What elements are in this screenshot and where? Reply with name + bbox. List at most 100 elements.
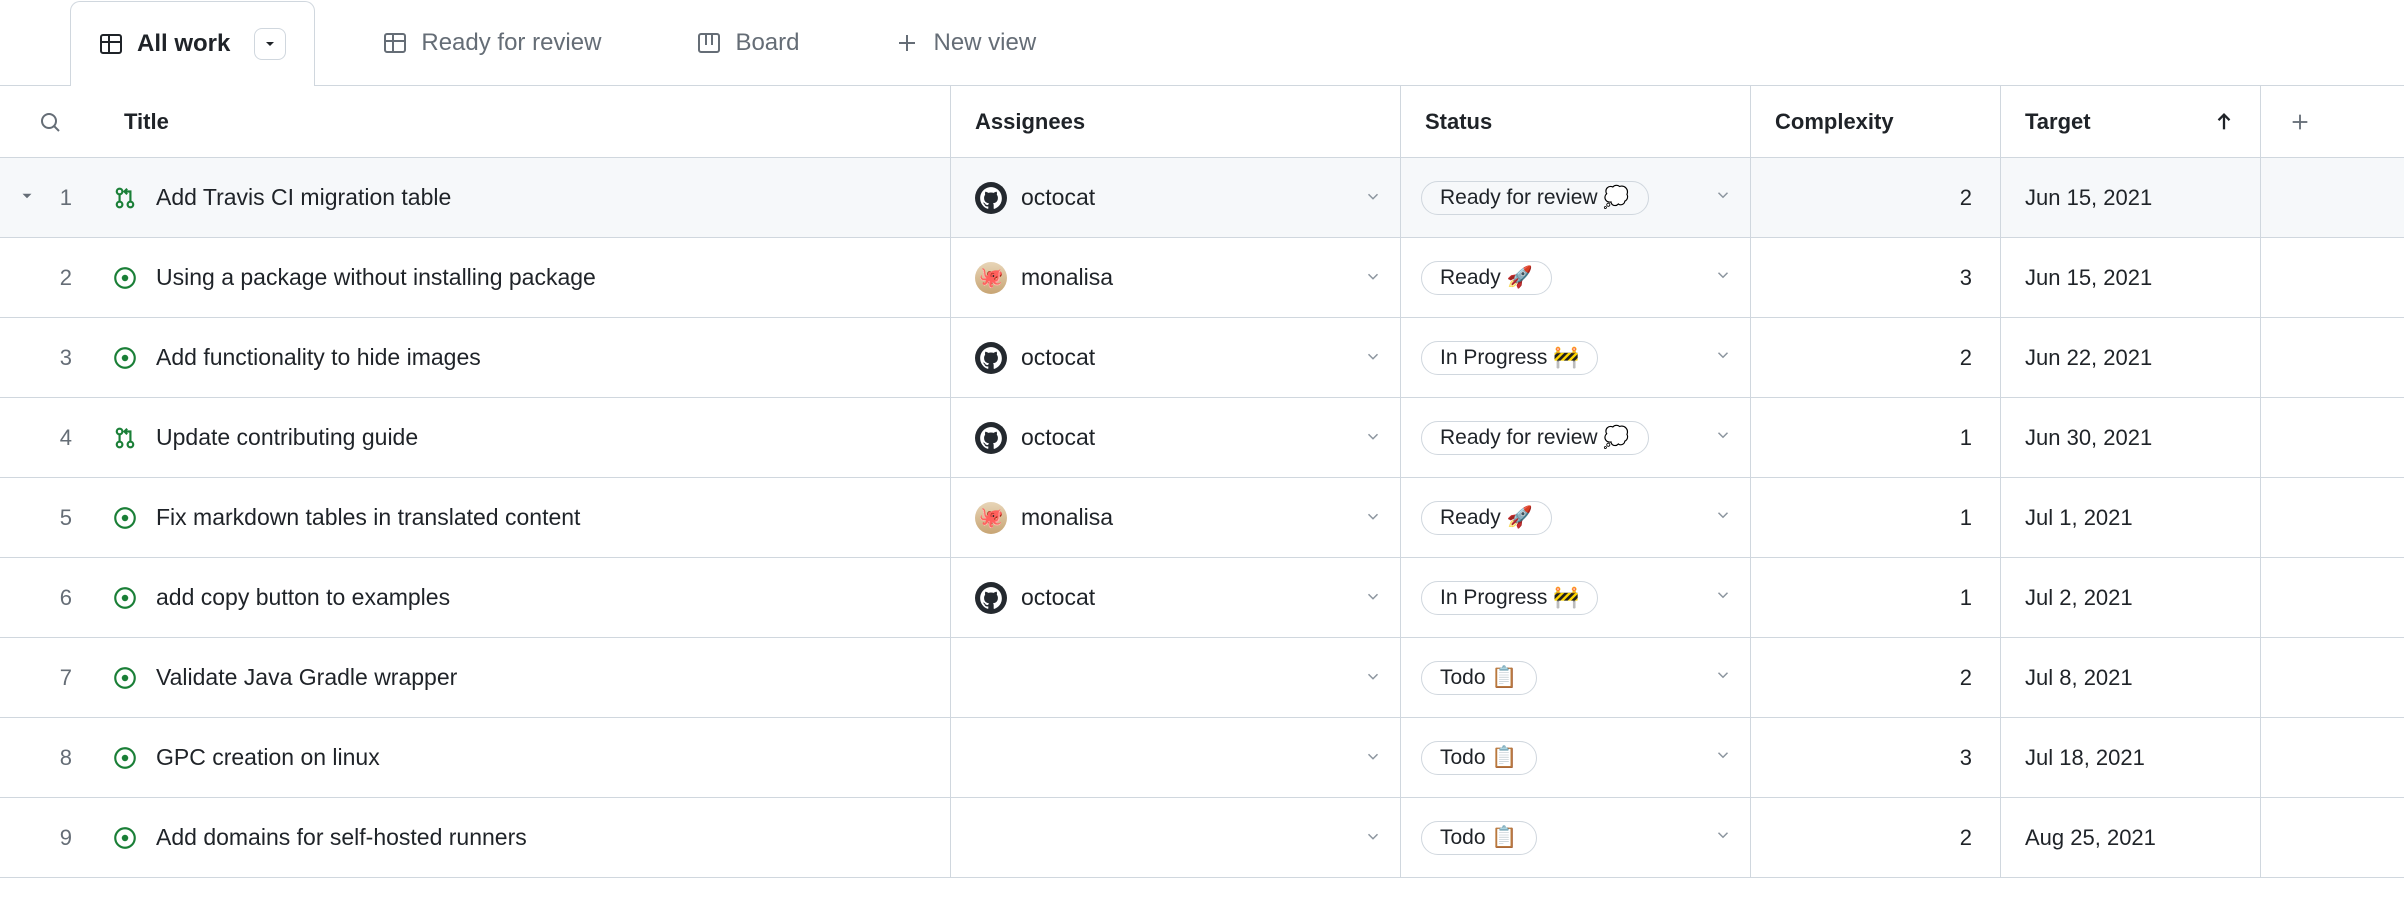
assignee-cell[interactable]: octocat bbox=[950, 318, 1400, 397]
title-cell[interactable]: Add functionality to hide images bbox=[100, 318, 950, 397]
title-cell[interactable]: Validate Java Gradle wrapper bbox=[100, 638, 950, 717]
assignee-cell[interactable]: octocat bbox=[950, 398, 1400, 477]
extra-cell bbox=[2260, 638, 2340, 717]
assignee-cell[interactable]: 🐙monalisa bbox=[950, 478, 1400, 557]
table-row[interactable]: 9Add domains for self-hosted runnersTodo… bbox=[0, 798, 2404, 878]
add-column-button[interactable] bbox=[2260, 86, 2340, 157]
target-date: Jun 22, 2021 bbox=[2025, 345, 2152, 371]
title-cell[interactable]: Using a package without installing packa… bbox=[100, 238, 950, 317]
chevron-down-icon[interactable] bbox=[1364, 344, 1382, 371]
column-header-assignees[interactable]: Assignees bbox=[950, 86, 1400, 157]
status-cell[interactable]: In Progress 🚧 bbox=[1400, 318, 1750, 397]
status-cell[interactable]: In Progress 🚧 bbox=[1400, 558, 1750, 637]
row-number: 6 bbox=[0, 558, 100, 637]
issue-icon bbox=[112, 665, 138, 691]
chevron-down-icon[interactable] bbox=[1364, 184, 1382, 211]
title-text: Update contributing guide bbox=[156, 424, 418, 451]
chevron-down-icon[interactable] bbox=[1714, 426, 1732, 450]
complexity-cell[interactable]: 2 bbox=[1750, 158, 2000, 237]
target-cell[interactable]: Jun 30, 2021 bbox=[2000, 398, 2260, 477]
chevron-down-icon[interactable] bbox=[1714, 506, 1732, 530]
chevron-down-icon[interactable] bbox=[1714, 826, 1732, 850]
complexity-cell[interactable]: 3 bbox=[1750, 718, 2000, 797]
tab-label: Board bbox=[735, 29, 799, 57]
chevron-down-icon[interactable] bbox=[1364, 424, 1382, 451]
search-button[interactable] bbox=[0, 86, 100, 157]
table-row[interactable]: 1Add Travis CI migration tableoctocatRea… bbox=[0, 158, 2404, 238]
chevron-down-icon[interactable] bbox=[1364, 824, 1382, 851]
chevron-down-icon[interactable] bbox=[1714, 746, 1732, 770]
table-row[interactable]: 2Using a package without installing pack… bbox=[0, 238, 2404, 318]
target-cell[interactable]: Jun 15, 2021 bbox=[2000, 158, 2260, 237]
extra-cell bbox=[2260, 478, 2340, 557]
title-cell[interactable]: Fix markdown tables in translated conten… bbox=[100, 478, 950, 557]
table-row[interactable]: 5Fix markdown tables in translated conte… bbox=[0, 478, 2404, 558]
row-number-value: 3 bbox=[60, 345, 72, 371]
assignee-cell[interactable]: octocat bbox=[950, 158, 1400, 237]
column-header-target[interactable]: Target bbox=[2000, 86, 2260, 157]
table-row[interactable]: 3 Add functionality to hide imagesoctocat… bbox=[0, 318, 2404, 398]
title-cell[interactable]: GPC creation on linux bbox=[100, 718, 950, 797]
status-cell[interactable]: Todo 📋 bbox=[1400, 798, 1750, 877]
table-row[interactable]: 8GPC creation on linuxTodo 📋3Jul 18, 202… bbox=[0, 718, 2404, 798]
complexity-cell[interactable]: 1 bbox=[1750, 558, 2000, 637]
chevron-down-icon[interactable] bbox=[1364, 744, 1382, 771]
complexity-cell[interactable]: 1 bbox=[1750, 478, 2000, 557]
chevron-down-icon[interactable] bbox=[1364, 664, 1382, 691]
table-row[interactable]: 4Update contributing guideoctocatReady f… bbox=[0, 398, 2404, 478]
column-header-title[interactable]: Title bbox=[100, 86, 950, 157]
assignee-name: monalisa bbox=[1021, 264, 1113, 291]
target-cell[interactable]: Jun 22, 2021 bbox=[2000, 318, 2260, 397]
chevron-down-icon[interactable] bbox=[1714, 186, 1732, 210]
tab-ready-for-review[interactable]: Ready for review bbox=[355, 0, 629, 85]
status-cell[interactable]: Ready 🚀 bbox=[1400, 238, 1750, 317]
title-cell[interactable]: Add Travis CI migration table bbox=[100, 158, 950, 237]
assignee-cell[interactable] bbox=[950, 718, 1400, 797]
assignee-name: octocat bbox=[1021, 424, 1095, 451]
complexity-cell[interactable]: 1 bbox=[1750, 398, 2000, 477]
chevron-down-icon[interactable] bbox=[1364, 264, 1382, 291]
status-cell[interactable]: Ready for review 💭 bbox=[1400, 398, 1750, 477]
status-badge: In Progress 🚧 bbox=[1421, 341, 1598, 375]
complexity-cell[interactable]: 3 bbox=[1750, 238, 2000, 317]
assignee-cell[interactable] bbox=[950, 638, 1400, 717]
assignee-cell[interactable]: 🐙monalisa bbox=[950, 238, 1400, 317]
column-header-status[interactable]: Status bbox=[1400, 86, 1750, 157]
chevron-down-icon[interactable] bbox=[1364, 504, 1382, 531]
tab-new-view[interactable]: New view bbox=[867, 0, 1064, 85]
complexity-cell[interactable]: 2 bbox=[1750, 318, 2000, 397]
tab-board[interactable]: Board bbox=[669, 0, 827, 85]
status-cell[interactable]: Ready 🚀 bbox=[1400, 478, 1750, 557]
chevron-down-icon[interactable] bbox=[18, 185, 36, 211]
chevron-down-icon[interactable] bbox=[1714, 586, 1732, 610]
target-date: Jun 30, 2021 bbox=[2025, 425, 2152, 451]
target-cell[interactable]: Aug 25, 2021 bbox=[2000, 798, 2260, 877]
chevron-down-icon[interactable] bbox=[1714, 666, 1732, 690]
target-cell[interactable]: Jul 2, 2021 bbox=[2000, 558, 2260, 637]
column-header-complexity[interactable]: Complexity bbox=[1750, 86, 2000, 157]
target-cell[interactable]: Jul 18, 2021 bbox=[2000, 718, 2260, 797]
chevron-down-icon[interactable] bbox=[1714, 346, 1732, 370]
assignee-cell[interactable] bbox=[950, 798, 1400, 877]
complexity-cell[interactable]: 2 bbox=[1750, 798, 2000, 877]
target-cell[interactable]: Jul 1, 2021 bbox=[2000, 478, 2260, 557]
complexity-cell[interactable]: 2 bbox=[1750, 638, 2000, 717]
table-row[interactable]: 6add copy button to examplesoctocatIn Pr… bbox=[0, 558, 2404, 638]
assignee-cell[interactable]: octocat bbox=[950, 558, 1400, 637]
status-cell[interactable]: Ready for review 💭 bbox=[1400, 158, 1750, 237]
table-row[interactable]: 7Validate Java Gradle wrapperTodo 📋2Jul … bbox=[0, 638, 2404, 718]
target-cell[interactable]: Jun 15, 2021 bbox=[2000, 238, 2260, 317]
tab-options-button[interactable] bbox=[254, 28, 286, 60]
target-cell[interactable]: Jul 8, 2021 bbox=[2000, 638, 2260, 717]
title-cell[interactable]: Add domains for self-hosted runners bbox=[100, 798, 950, 877]
target-date: Jul 1, 2021 bbox=[2025, 505, 2133, 531]
title-cell[interactable]: Update contributing guide bbox=[100, 398, 950, 477]
title-cell[interactable]: add copy button to examples bbox=[100, 558, 950, 637]
chevron-down-icon[interactable] bbox=[1364, 584, 1382, 611]
status-cell[interactable]: Todo 📋 bbox=[1400, 718, 1750, 797]
extra-cell bbox=[2260, 398, 2340, 477]
tab-all-work[interactable]: All work bbox=[70, 1, 315, 86]
pull-request-icon bbox=[112, 185, 138, 211]
status-cell[interactable]: Todo 📋 bbox=[1400, 638, 1750, 717]
chevron-down-icon[interactable] bbox=[1714, 266, 1732, 290]
